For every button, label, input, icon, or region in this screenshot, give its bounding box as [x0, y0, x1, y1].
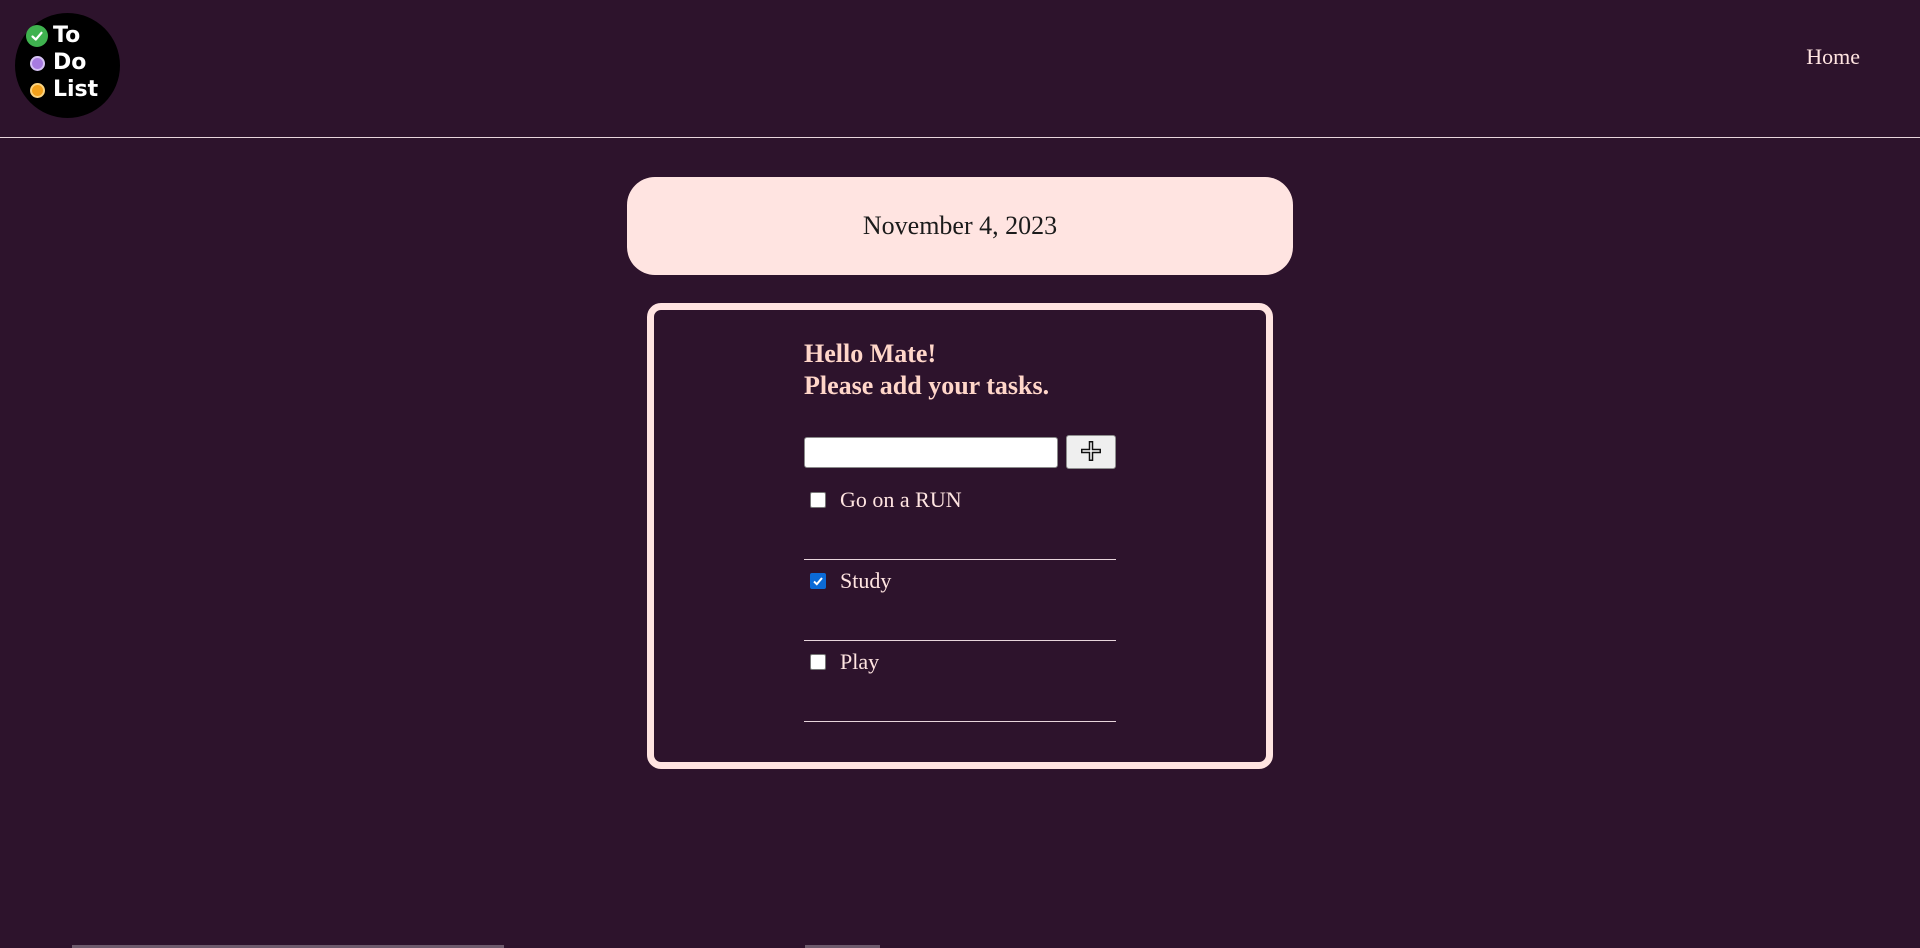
task-item: Go on a RUN — [804, 479, 1116, 560]
task-input[interactable] — [804, 436, 1058, 468]
logo-text-do: Do — [53, 50, 87, 75]
add-task-button[interactable] — [1066, 435, 1116, 469]
task-item: Study — [804, 560, 1116, 641]
top-header: To Do List Home — [0, 0, 1920, 138]
checkmark-icon — [813, 577, 823, 586]
task-checkbox[interactable] — [810, 492, 826, 508]
greeting-heading: Hello Mate! Please add your tasks. — [804, 338, 1116, 402]
logo-row-do: Do — [30, 50, 86, 76]
purple-dot-icon — [30, 55, 45, 71]
greeting-line-1: Hello Mate! — [804, 339, 937, 368]
greeting-line-2: Please add your tasks. — [804, 371, 1050, 400]
task-item: Play — [804, 641, 1116, 722]
orange-dot-icon — [30, 82, 45, 98]
task-list: Go on a RUN Study Play — [804, 479, 1116, 722]
current-date: November 4, 2023 — [862, 211, 1058, 240]
task-label: Go on a RUN — [840, 487, 962, 512]
add-task-row — [804, 435, 1116, 469]
task-checkbox[interactable] — [810, 573, 826, 589]
todo-list-logo[interactable]: To Do List — [15, 13, 120, 118]
task-label: Play — [840, 649, 880, 674]
date-card: November 4, 2023 — [627, 177, 1293, 275]
logo-text-to: To — [53, 23, 81, 48]
plus-icon — [1079, 439, 1103, 466]
logo-row-to: To — [26, 23, 81, 49]
task-checkbox[interactable] — [810, 654, 826, 670]
task-label: Study — [840, 568, 892, 593]
check-icon — [26, 25, 48, 47]
task-panel: Hello Mate! Please add your tasks. Go on… — [804, 338, 1116, 722]
logo-row-list: List — [30, 77, 98, 103]
home-link[interactable]: Home — [1806, 44, 1860, 70]
logo-text-list: List — [53, 77, 99, 102]
